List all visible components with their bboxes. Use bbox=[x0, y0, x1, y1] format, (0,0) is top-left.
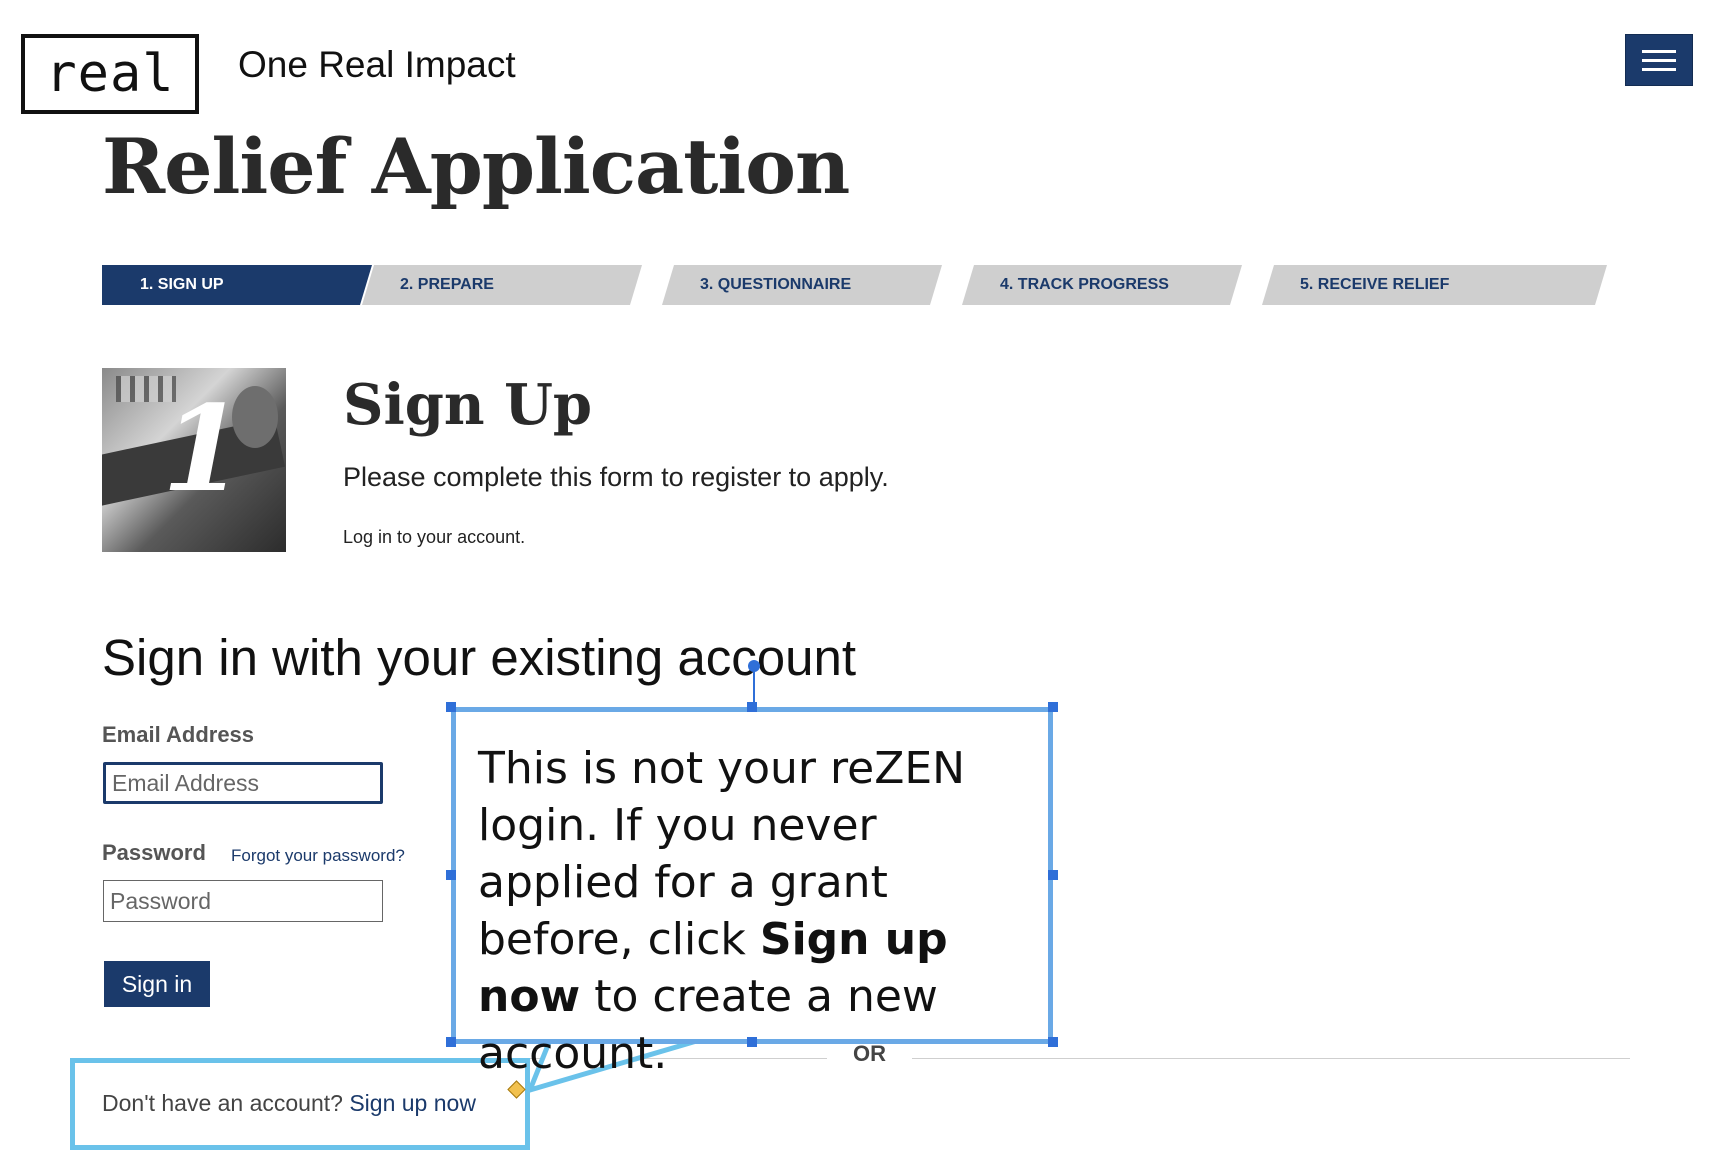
resize-handle-bottom-right[interactable] bbox=[1048, 1037, 1058, 1047]
section-description: Please complete this form to register to… bbox=[343, 462, 889, 492]
annotation-callout[interactable]: This is not your reZEN login. If you nev… bbox=[451, 707, 1053, 1079]
email-field[interactable] bbox=[103, 762, 383, 804]
password-field[interactable] bbox=[103, 880, 383, 922]
hamburger-icon bbox=[1642, 49, 1676, 53]
step-sign-up[interactable]: 1. SIGN UP bbox=[102, 265, 372, 305]
resize-handle-top-left[interactable] bbox=[446, 702, 456, 712]
sign-up-now-link[interactable]: Sign up now bbox=[349, 1090, 476, 1116]
login-link[interactable]: Log in to your account. bbox=[343, 527, 525, 548]
rotation-handle-stem bbox=[753, 670, 755, 708]
resize-handle-bottom-left[interactable] bbox=[446, 1037, 456, 1047]
brand-name: One Real Impact bbox=[238, 44, 516, 85]
forgot-password-link[interactable]: Forgot your password? bbox=[231, 846, 405, 866]
or-label: OR bbox=[827, 1041, 912, 1067]
resize-handle-left[interactable] bbox=[446, 870, 456, 880]
hamburger-icon-bar bbox=[1642, 58, 1676, 62]
resize-handle-top-right[interactable] bbox=[1048, 702, 1058, 712]
section-title: Sign Up bbox=[343, 372, 593, 438]
sign-in-button[interactable]: Sign in bbox=[104, 961, 210, 1007]
hamburger-menu-button[interactable] bbox=[1625, 34, 1693, 86]
real-logo[interactable]: real bbox=[21, 34, 199, 114]
step-receive-relief[interactable]: 5. RECEIVE RELIEF bbox=[1262, 265, 1607, 305]
step-track-progress[interactable]: 4. TRACK PROGRESS bbox=[962, 265, 1242, 305]
resize-handle-bottom[interactable] bbox=[747, 1037, 757, 1047]
rotation-handle[interactable] bbox=[748, 660, 760, 672]
step-number: 1 bbox=[162, 379, 245, 518]
step-questionnaire[interactable]: 3. QUESTIONNAIRE bbox=[662, 265, 942, 305]
progress-steps: 1. SIGN UP 2. PREPARE 3. QUESTIONNAIRE 4… bbox=[102, 265, 1607, 305]
no-account-text: Don't have an account? bbox=[102, 1090, 343, 1116]
step-one-photo: 1 bbox=[102, 368, 286, 552]
signup-prompt: Don't have an account? Sign up now bbox=[102, 1090, 476, 1117]
resize-handle-top[interactable] bbox=[747, 702, 757, 712]
email-label: Email Address bbox=[102, 722, 255, 747]
page-title: Relief Application bbox=[102, 122, 850, 211]
hamburger-icon-bar bbox=[1642, 67, 1676, 71]
signin-heading: Sign in with your existing account bbox=[102, 629, 857, 686]
resize-handle-right[interactable] bbox=[1048, 870, 1058, 880]
step-prepare[interactable]: 2. PREPARE bbox=[362, 265, 642, 305]
password-label: Password bbox=[102, 840, 206, 865]
